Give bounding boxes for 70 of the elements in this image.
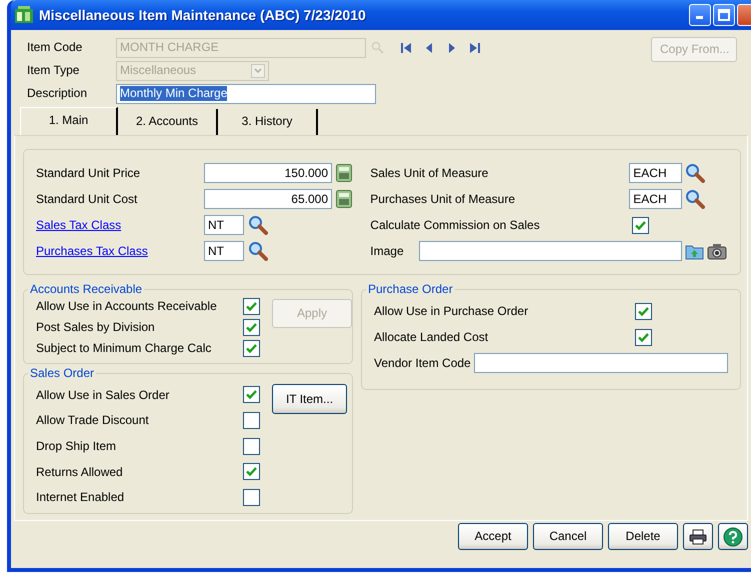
last-record-icon[interactable] (468, 40, 482, 54)
text-field[interactable]: EACH (629, 189, 682, 209)
group-title: Sales Order (28, 366, 96, 380)
field-label: Description (27, 86, 88, 101)
search-icon[interactable] (248, 215, 268, 235)
vendor-item-code-field[interactable] (474, 353, 728, 373)
checkbox[interactable] (243, 298, 260, 315)
search-icon[interactable] (685, 163, 706, 183)
checkbox[interactable] (635, 328, 652, 346)
print-button[interactable] (683, 523, 713, 550)
checkbox-label: Allow Use in Purchase Order (374, 304, 530, 318)
field-link[interactable]: Sales Tax Class (36, 218, 204, 232)
maximize-button[interactable] (713, 4, 735, 26)
text-field[interactable]: 150.000 (204, 163, 332, 183)
text-field[interactable]: NT (204, 241, 244, 261)
window-title: Miscellaneous Item Maintenance (ABC) 7/23/2010 (39, 6, 366, 24)
checkbox-label: Drop Ship Item (36, 439, 118, 454)
text-field[interactable]: EACH (629, 163, 682, 183)
maximize-icon (718, 9, 730, 21)
help-icon (723, 526, 743, 546)
group-title: Purchase Order (366, 282, 455, 296)
field-label: Standard Unit Cost (36, 192, 138, 206)
checkbox[interactable] (243, 386, 260, 404)
action-button[interactable]: Cancel (533, 523, 603, 550)
field-label: Calculate Commission on Sales (370, 218, 541, 232)
search-icon[interactable] (685, 189, 706, 209)
field-label: Item Type (27, 63, 80, 78)
help-button[interactable] (718, 523, 748, 550)
printer-icon (689, 528, 707, 544)
folder-icon[interactable] (685, 242, 704, 260)
calculator-icon[interactable] (336, 190, 352, 208)
checkbox-label: Subject to Minimum Charge Calc (36, 341, 212, 356)
checkbox-label: Internet Enabled (36, 490, 126, 505)
field-label: Sales Unit of Measure (370, 166, 490, 180)
minimize-button[interactable] (689, 4, 711, 26)
field-link[interactable]: Purchases Tax Class (36, 244, 204, 258)
app-icon (14, 6, 34, 24)
checkbox-label: Allocate Landed Cost (374, 330, 490, 344)
first-record-icon[interactable] (399, 40, 413, 54)
text-field[interactable]: NT (204, 215, 244, 235)
field-label: Purchases Unit of Measure (370, 192, 516, 206)
checkbox[interactable] (635, 302, 652, 320)
action-button[interactable]: Accept (458, 523, 528, 550)
action-button[interactable]: Delete (608, 523, 678, 550)
checkbox[interactable] (243, 340, 260, 357)
field-label: Vendor Item Code (374, 356, 471, 370)
checkbox[interactable] (632, 216, 650, 234)
camera-icon[interactable] (707, 242, 728, 260)
checkbox[interactable] (243, 489, 260, 506)
checkbox[interactable] (243, 319, 260, 336)
search-icon[interactable] (248, 241, 268, 261)
group-title: Accounts Receivable (28, 282, 144, 296)
checkbox-label: Allow Use in Accounts Receivable (36, 299, 218, 314)
field-label: Item Code (27, 40, 84, 55)
tab[interactable]: 1. Main (20, 107, 118, 135)
checkbox-label: Post Sales by Division (36, 320, 156, 335)
field-label: Image (370, 244, 405, 258)
checkbox-label: Returns Allowed (36, 464, 124, 480)
calculator-icon[interactable] (336, 164, 352, 182)
it-item-button[interactable]: IT Item... (272, 384, 347, 414)
image-field[interactable] (419, 241, 682, 261)
checkbox-label: Allow Trade Discount (36, 413, 150, 428)
checkbox[interactable] (243, 463, 260, 480)
close-button[interactable] (737, 4, 751, 26)
checkbox[interactable] (243, 438, 260, 455)
checkbox-label: Allow Use in Sales Order (36, 388, 170, 402)
field-label: Standard Unit Price (36, 166, 142, 180)
text-field[interactable]: Monthly Min Charge (116, 84, 376, 104)
checkbox[interactable] (243, 412, 260, 430)
text-field[interactable]: 65.000 (204, 189, 332, 209)
